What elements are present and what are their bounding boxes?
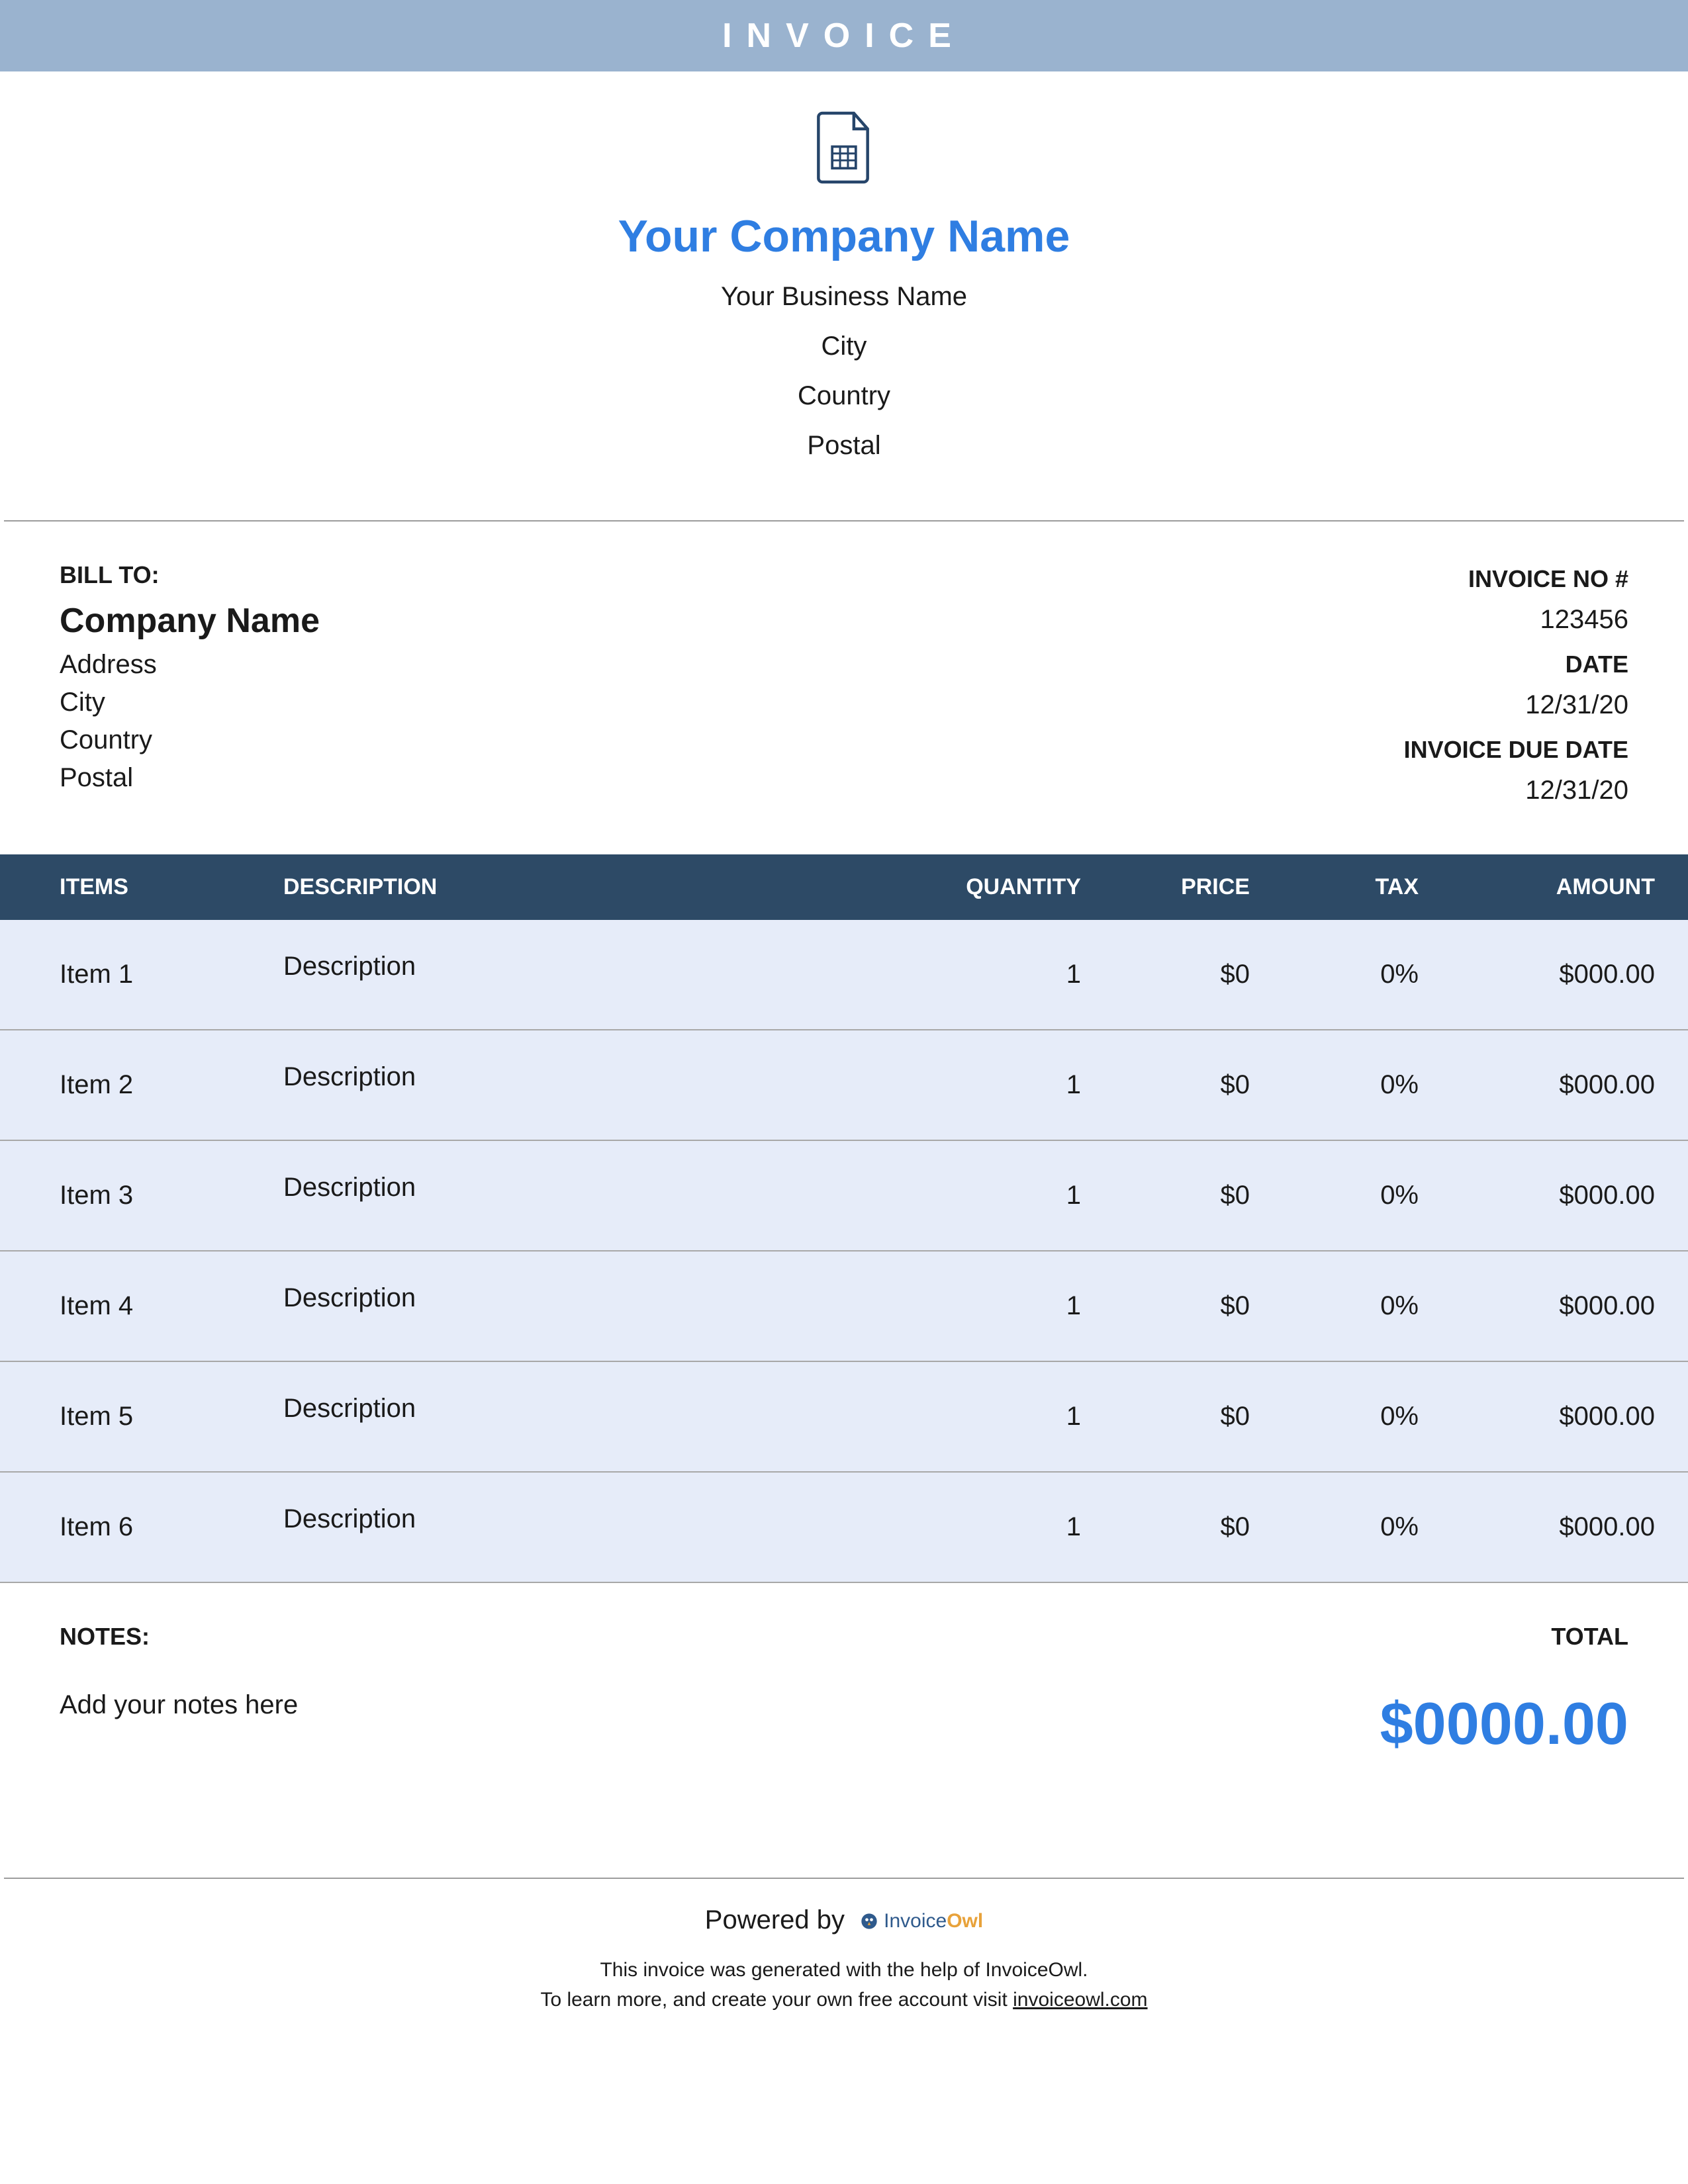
cell-quantity: 1 [912,1030,1114,1140]
cell-amount: $000.00 [1452,920,1688,1030]
col-tax: TAX [1283,854,1452,920]
invoice-banner: INVOICE [0,0,1688,71]
cell-description: Description [270,1361,912,1472]
due-date-label: INVOICE DUE DATE [1404,736,1628,764]
invoice-meta: BILL TO: Company Name Address City Count… [0,522,1688,854]
cell-quantity: 1 [912,920,1114,1030]
col-description: DESCRIPTION [270,854,912,920]
cell-description: Description [270,920,912,1030]
invoice-no-value: 123456 [1404,605,1628,635]
bill-to-block: BILL TO: Company Name Address City Count… [60,561,320,821]
cell-amount: $000.00 [1452,1472,1688,1582]
cell-description: Description [270,1251,912,1361]
cell-price: $0 [1114,920,1283,1030]
cell-item: Item 1 [0,920,270,1030]
cell-item: Item 5 [0,1361,270,1472]
cell-price: $0 [1114,1251,1283,1361]
powered-by-text: Powered by [705,1905,845,1934]
footer-line2a: To learn more, and create your own free … [540,1989,1013,2011]
brand-owl: Owl [947,1910,983,1932]
items-table: ITEMS DESCRIPTION QUANTITY PRICE TAX AMO… [0,854,1688,1583]
total-label: TOTAL [1551,1623,1628,1651]
notes-text: Add your notes here [60,1690,298,1758]
company-header: Your Company Name Your Business Name Cit… [0,71,1688,520]
table-row: Item 1Description1$00%$000.00 [0,920,1688,1030]
company-city: City [0,332,1688,361]
invoice-no-label: INVOICE NO # [1404,565,1628,593]
cell-amount: $000.00 [1452,1030,1688,1140]
business-name: Your Business Name [0,282,1688,312]
cell-tax: 0% [1283,1251,1452,1361]
cell-tax: 0% [1283,920,1452,1030]
cell-price: $0 [1114,1361,1283,1472]
invoiceowl-logo: InvoiceOwl [860,1910,983,1933]
bill-to-postal: Postal [60,763,320,793]
cell-tax: 0% [1283,1472,1452,1582]
bill-to-company: Company Name [60,601,320,641]
cell-item: Item 3 [0,1140,270,1251]
cell-amount: $000.00 [1452,1361,1688,1472]
company-country: Country [0,381,1688,411]
summary-labels: NOTES: TOTAL [0,1583,1688,1670]
brand-invoice: Invoice [884,1910,947,1932]
cell-item: Item 2 [0,1030,270,1140]
powered-by: Powered by InvoiceOwl [4,1905,1684,1935]
bill-to-address: Address [60,650,320,680]
notes-label: NOTES: [60,1623,150,1651]
bill-to-country: Country [60,725,320,755]
cell-tax: 0% [1283,1140,1452,1251]
date-value: 12/31/20 [1404,690,1628,720]
company-postal: Postal [0,431,1688,461]
cell-description: Description [270,1140,912,1251]
cell-amount: $000.00 [1452,1251,1688,1361]
cell-tax: 0% [1283,1030,1452,1140]
bill-to-city: City [60,688,320,717]
company-name: Your Company Name [0,210,1688,262]
cell-price: $0 [1114,1140,1283,1251]
total-value: $0000.00 [1380,1690,1628,1758]
col-items: ITEMS [0,854,270,920]
footer-fineprint: This invoice was generated with the help… [4,1955,1684,2015]
table-row: Item 4Description1$00%$000.00 [0,1251,1688,1361]
document-icon [814,111,874,184]
col-price: PRICE [1114,854,1283,920]
cell-quantity: 1 [912,1140,1114,1251]
cell-description: Description [270,1472,912,1582]
items-header-row: ITEMS DESCRIPTION QUANTITY PRICE TAX AMO… [0,854,1688,920]
table-row: Item 2Description1$00%$000.00 [0,1030,1688,1140]
footer-link[interactable]: invoiceowl.com [1013,1989,1147,2011]
cell-price: $0 [1114,1030,1283,1140]
cell-quantity: 1 [912,1251,1114,1361]
date-label: DATE [1404,651,1628,678]
cell-item: Item 4 [0,1251,270,1361]
bill-to-label: BILL TO: [60,561,320,589]
footer-line1: This invoice was generated with the help… [600,1959,1088,1981]
cell-quantity: 1 [912,1361,1114,1472]
table-row: Item 6Description1$00%$000.00 [0,1472,1688,1582]
owl-icon [860,1912,878,1931]
cell-price: $0 [1114,1472,1283,1582]
table-row: Item 3Description1$00%$000.00 [0,1140,1688,1251]
col-amount: AMOUNT [1452,854,1688,920]
summary-values: Add your notes here $0000.00 [0,1670,1688,1878]
col-quantity: QUANTITY [912,854,1114,920]
cell-quantity: 1 [912,1472,1114,1582]
due-date-value: 12/31/20 [1404,776,1628,805]
cell-amount: $000.00 [1452,1140,1688,1251]
cell-tax: 0% [1283,1361,1452,1472]
invoice-numbers-block: INVOICE NO # 123456 DATE 12/31/20 INVOIC… [1404,561,1628,821]
cell-item: Item 6 [0,1472,270,1582]
footer: Powered by InvoiceOwl This invoice was g… [4,1878,1684,2054]
table-row: Item 5Description1$00%$000.00 [0,1361,1688,1472]
cell-description: Description [270,1030,912,1140]
